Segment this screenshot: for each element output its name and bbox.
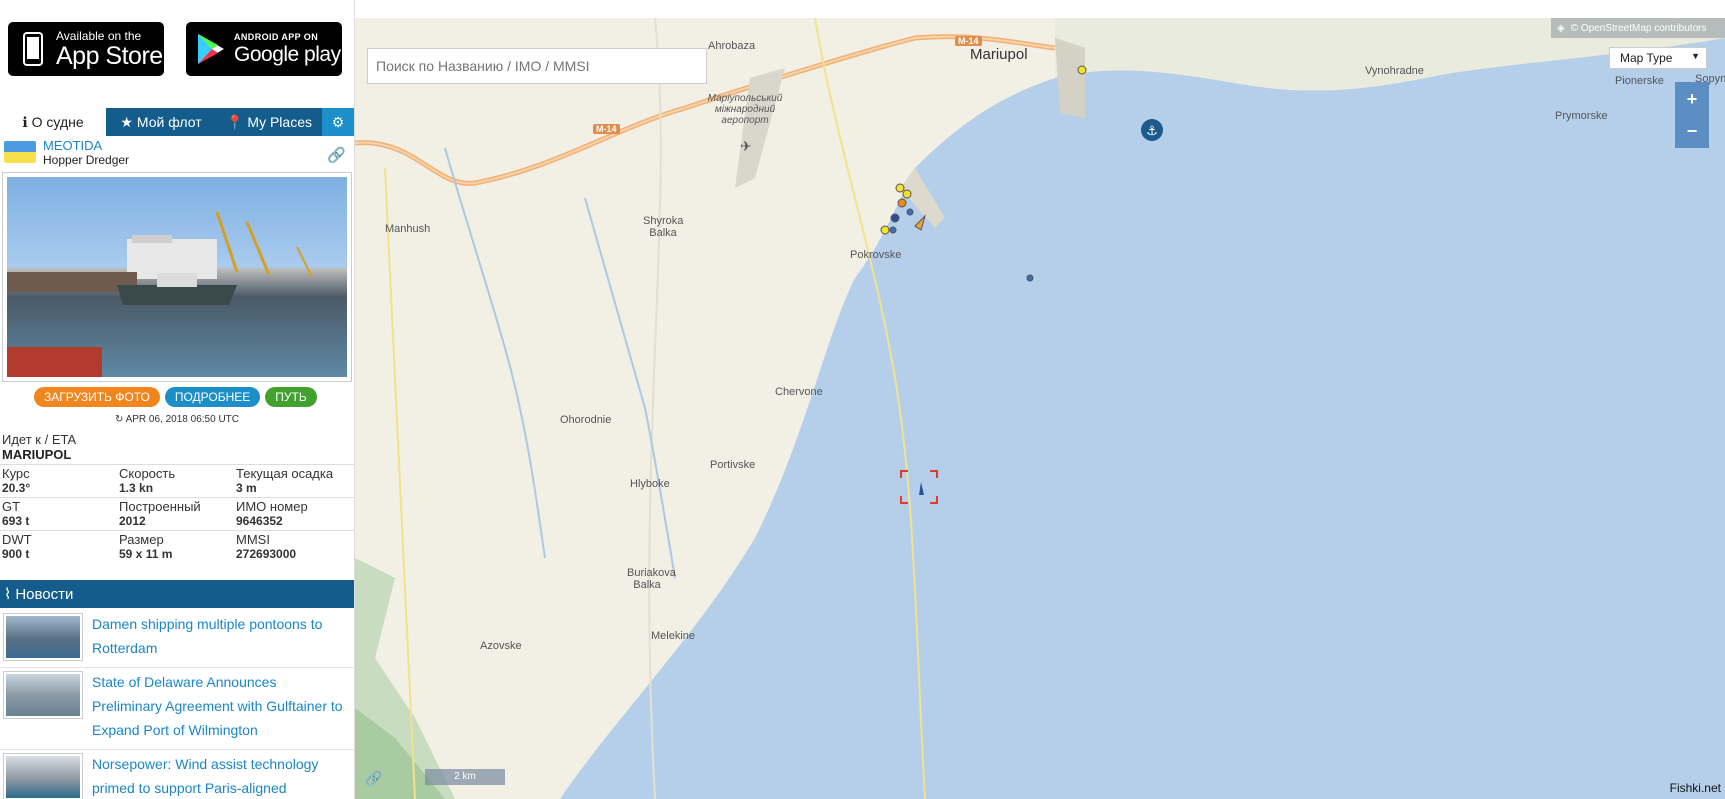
flag-icon [4,141,36,163]
tab-my-fleet-label: Мой флот [136,114,202,130]
news-item[interactable]: Norsepower: Wind assist technology prime… [0,750,354,799]
news-link[interactable]: Norsepower: Wind assist technology prime… [92,752,350,799]
vessel-marker [897,198,907,208]
tab-vessel-info-label: О судне [31,114,84,130]
google-play-small-text: ANDROID APP ON [234,32,319,42]
tab-my-fleet[interactable]: ★ Мой флот [106,108,216,136]
news-title: Новости [15,585,74,603]
dwt-value: 900 t [2,547,30,561]
mmsi-value: 272693000 [236,547,297,561]
vessel-marker [889,226,897,234]
news-item[interactable]: Damen shipping multiple pontoons to Rott… [0,610,354,668]
route-button[interactable]: ПУТЬ [265,387,317,407]
imo-label: ИМО номер [236,499,308,514]
app-store-button[interactable]: Available on the App Store [8,22,164,76]
eta-label: Идет к / ETA [2,432,77,447]
map-scale: 2 km [425,769,505,785]
sidebar-tabs: ℹО судне ★ Мой флот 📍 My Places ⚙ [0,108,354,136]
vessel-sidebar: Available on the App Store ANDROID APP O… [0,0,355,799]
vessel-marker [906,208,914,216]
selected-vessel-frame [900,470,938,504]
clock-icon: ↻ [114,414,126,425]
vessel-photo[interactable] [2,172,352,382]
vessel-details-grid: Курс 20.3° Скорость 1.3 kn Текущая осадка 3… [0,464,354,563]
news-header: ⌇ Новости [0,580,354,608]
google-play-big-text: Google play [234,43,341,66]
course-label: Курс [2,466,30,481]
selected-vessel-marker [919,482,924,495]
news-thumbnail [3,753,83,799]
position-timestamp: ↻ APR 06, 2018 06:50 UTC [0,414,354,425]
details-button[interactable]: ПОДРОБНЕЕ [164,387,261,407]
vessel-marker [895,183,905,193]
gt-label: GT [2,499,21,514]
vessel-photo-image [7,177,347,377]
app-store-big-text: App Store [56,41,163,70]
details-row: Курс 20.3° Скорость 1.3 kn Текущая осадка 3… [0,464,354,497]
vessel-marker [914,214,927,231]
store-badges: Available on the App Store ANDROID APP O… [8,22,348,76]
phone-icon [16,29,50,69]
size-value: 59 x 11 m [119,547,173,561]
news-item[interactable]: State of Delaware Announces Preliminary … [0,668,354,750]
gt-value: 693 t [2,514,30,528]
tab-my-places-label: My Places [247,114,312,130]
app-root: { "stores": { "apple_small": "Available … [0,0,1725,799]
info-icon: ℹ [22,113,28,130]
details-row: DWT 900 t Размер 59 x 11 m MMSI 272693000 [0,530,354,563]
play-store-icon [194,29,228,69]
details-row: GT 693 t Построенный 2012 ИМО номер 9646352 [0,497,354,530]
vessel-name[interactable]: MEOTIDA [43,138,102,153]
news-link[interactable]: State of Delaware Announces Preliminary … [92,670,350,742]
svg-text:⚓: ⚓ [1146,124,1158,139]
built-label: Построенный [119,499,201,514]
tab-my-places[interactable]: 📍 My Places [216,108,322,136]
speed-value: 1.3 kn [119,481,154,495]
news-link[interactable]: Damen shipping multiple pontoons to Rott… [92,612,350,660]
vessel-marker [1026,274,1034,282]
app-store-small-text: Available on the [56,28,142,43]
mmsi-label: MMSI [236,532,270,547]
pin-icon: 📍 [225,113,244,130]
google-play-button[interactable]: ANDROID APP ON Google play [186,22,342,76]
vessel-marker [1077,65,1087,75]
vessel-marker [902,189,912,199]
vessel-type: Hopper Dredger [43,153,130,167]
vessel-marker [890,213,900,223]
map-view[interactable]: ◈© OpenStreetMap contributors Map Type▼ … [355,18,1725,799]
rss-icon: ⌇ [4,586,12,603]
gear-icon: ⚙ [331,113,345,130]
built-value: 2012 [119,514,146,528]
size-label: Размер [119,532,164,547]
settings-button[interactable]: ⚙ [322,108,354,136]
news-thumbnail [3,613,83,661]
vessel-markers: ⚓ [880,65,1163,504]
course-value: 20.3° [2,481,31,495]
imo-value: 9646352 [236,514,283,528]
watermark: Fishki.net [1669,781,1721,795]
dwt-label: DWT [2,532,32,547]
link-icon[interactable]: 🔗 [327,146,346,164]
draught-value: 3 m [236,481,257,495]
permalink-icon[interactable]: 🔗 [365,770,382,787]
news-thumbnail [3,671,83,719]
timestamp-text: APR 06, 2018 06:50 UTC [125,414,239,425]
draught-label: Текущая осадка [236,466,334,481]
speed-label: Скорость [119,466,176,481]
eta-value: MARIUPOL [2,447,72,462]
upload-photo-button[interactable]: ЗАГРУЗИТЬ ФОТО [34,387,160,407]
vessel-header: MEOTIDA Hopper Dredger 🔗 [0,138,354,168]
star-icon: ★ [120,113,133,130]
tab-vessel-info[interactable]: ℹО судне [0,108,106,136]
vessel-actions: ЗАГРУЗИТЬ ФОТО ПОДРОБНЕЕ ПУТЬ [34,387,317,407]
vessel-marker [880,225,890,235]
